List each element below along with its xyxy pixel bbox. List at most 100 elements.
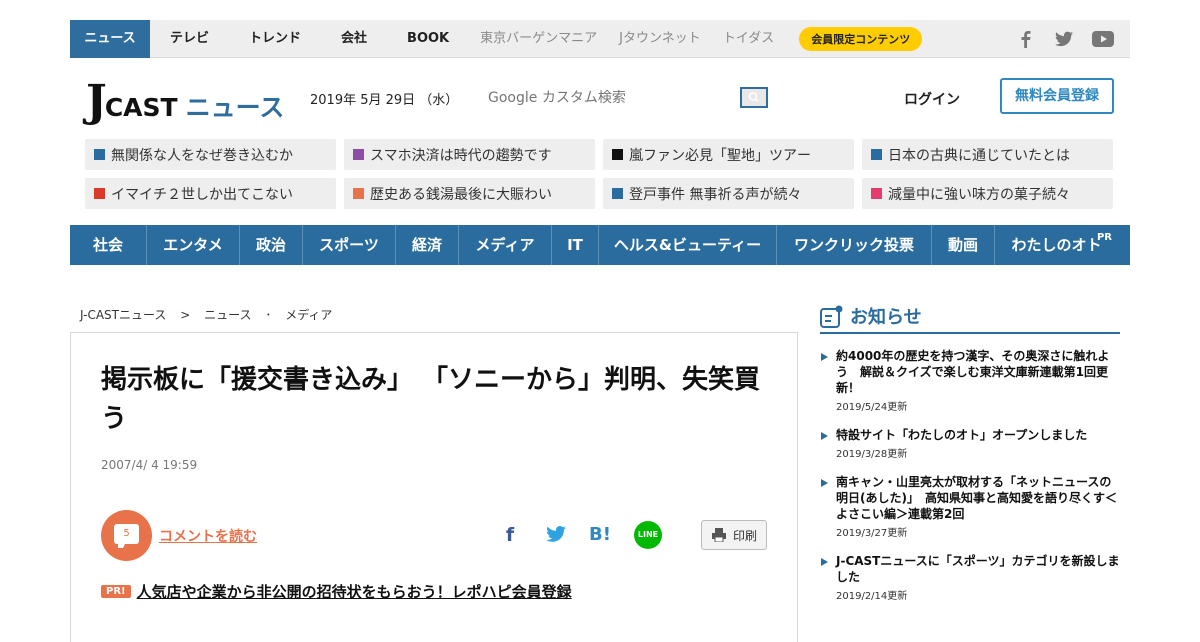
- topnav-book[interactable]: BOOK: [387, 20, 469, 58]
- breadcrumb-separator: ･: [265, 308, 272, 322]
- topnav-bargain[interactable]: 東京バーゲンマニア: [469, 20, 608, 58]
- category-it[interactable]: IT: [552, 225, 599, 265]
- notice-item[interactable]: 南キャン・山里亮太が取材する「ネットニュースの明日(あした)」 高知県知事と高知…: [820, 474, 1120, 539]
- topnav-company[interactable]: 会社: [321, 20, 387, 58]
- breadcrumb-news[interactable]: ニュース: [204, 308, 251, 322]
- category-watashi-no-oto[interactable]: わたしのオト PR: [995, 225, 1130, 265]
- notice-heading: お知らせ: [850, 307, 922, 328]
- category-media[interactable]: メディア: [459, 225, 552, 265]
- category-society[interactable]: 社会: [70, 225, 147, 265]
- youtube-icon[interactable]: [1092, 30, 1114, 48]
- topic-grid: 無関係な人をなぜ巻き込むか スマホ決済は時代の趨勢です 嵐ファン必見「聖地」ツアー 日…: [85, 139, 1115, 209]
- article-title: 掲示板に「援交書き込み」 「ソニーから」判明、失笑買う: [101, 365, 761, 434]
- category-politics[interactable]: 政治: [240, 225, 303, 265]
- pr-promo: PR! 人気店や企業から非公開の招待状をもらおう！レポハピ会員登録: [101, 581, 572, 602]
- notice-text: 約4000年の歴史を持つ漢字、その奥深さに触れよう 解説＆クイズで楽しむ東洋文庫…: [836, 349, 1110, 395]
- line-share-icon[interactable]: LINE: [634, 521, 662, 549]
- topic-color-marker: [353, 188, 364, 199]
- topnav-news[interactable]: ニュース: [70, 19, 150, 58]
- article-card: 掲示板に「援交書き込み」 「ソニーから」判明、失笑買う 2007/4/ 4 19…: [70, 332, 798, 642]
- notice-sidebar: お知らせ 約4000年の歴史を持つ漢字、その奥深さに触れよう 解説＆クイズで楽し…: [820, 300, 1120, 602]
- current-date: 2019年 5月 29日 （水）: [310, 93, 459, 108]
- comment-count: 5: [114, 524, 139, 544]
- facebook-share-icon[interactable]: f: [499, 524, 521, 546]
- notice-list: 約4000年の歴史を持つ漢字、その奥深さに触れよう 解説＆クイズで楽しむ東洋文庫…: [820, 348, 1120, 602]
- notice-date: 2019/3/28更新: [836, 449, 908, 460]
- comment-count-badge[interactable]: 5: [101, 510, 152, 561]
- notice-header: お知らせ: [820, 300, 1120, 334]
- breadcrumb-media[interactable]: メディア: [285, 308, 332, 322]
- top-nav: ニュース テレビ トレンド 会社 BOOK 東京バーゲンマニア Jタウンネット …: [70, 19, 1130, 58]
- topnav-trend[interactable]: トレンド: [229, 20, 321, 58]
- notice-text: J-CASTニュースに「スポーツ」カテゴリを新設しました: [836, 554, 1120, 584]
- topic-link[interactable]: イマイチ２世しか出てこない: [85, 178, 336, 209]
- search-icon: [748, 92, 759, 103]
- category-entertainment[interactable]: エンタメ: [147, 225, 240, 265]
- topic-label: 登戸事件 無事祈る声が続々: [629, 186, 802, 203]
- signup-button[interactable]: 無料会員登録: [1000, 78, 1114, 114]
- topic-link[interactable]: 減量中に強い味方の菓子続々: [862, 178, 1113, 209]
- notice-date: 2019/2/14更新: [836, 591, 908, 602]
- bullet-arrow-icon: [821, 353, 828, 361]
- breadcrumb: J-CASTニュース > ニュース ･ メディア: [80, 306, 332, 323]
- pr-label: PR: [1096, 232, 1112, 243]
- topic-color-marker: [94, 188, 105, 199]
- topic-link[interactable]: 無関係な人をなぜ巻き込むか: [85, 139, 336, 170]
- notice-item[interactable]: J-CASTニュースに「スポーツ」カテゴリを新設しました 2019/2/14更新: [820, 553, 1120, 602]
- page-wrapper: ニュース テレビ トレンド 会社 BOOK 東京バーゲンマニア Jタウンネット …: [70, 19, 1130, 265]
- notice-item[interactable]: 特設サイト「わたしのオト」オープンしました 2019/3/28更新: [820, 427, 1120, 460]
- topic-link[interactable]: 歴史ある銭湯最後に大賑わい: [344, 178, 595, 209]
- bullet-arrow-icon: [821, 479, 828, 487]
- category-health-beauty[interactable]: ヘルス&ビューティー: [599, 225, 777, 265]
- search-input[interactable]: [478, 86, 740, 110]
- topic-link[interactable]: 登戸事件 無事祈る声が続々: [603, 178, 854, 209]
- topic-link[interactable]: 嵐ファン必見「聖地」ツアー: [603, 139, 854, 170]
- topnav-tv[interactable]: テレビ: [150, 20, 229, 58]
- notice-text: 特設サイト「わたしのオト」オープンしました: [836, 428, 1088, 442]
- login-link[interactable]: ログイン: [904, 89, 960, 109]
- notice-icon: [820, 305, 843, 328]
- premium-content-button[interactable]: 会員限定コンテンツ: [799, 26, 923, 51]
- topic-color-marker: [612, 188, 623, 199]
- topic-color-marker: [871, 149, 882, 160]
- topic-label: 無関係な人をなぜ巻き込むか: [111, 147, 293, 164]
- twitter-icon[interactable]: [1054, 30, 1074, 48]
- topic-link[interactable]: スマホ決済は時代の趨勢です: [344, 139, 595, 170]
- search-box: [478, 86, 768, 110]
- print-button[interactable]: 印刷: [701, 520, 767, 550]
- topic-label: イマイチ２世しか出てこない: [111, 186, 293, 203]
- topnav-toidas[interactable]: トイダス: [712, 20, 785, 58]
- category-sports[interactable]: スポーツ: [303, 225, 396, 265]
- category-nav: 社会 エンタメ 政治 スポーツ 経済 メディア IT ヘルス&ビューティー ワン…: [70, 225, 1130, 265]
- facebook-icon[interactable]: [1016, 30, 1036, 48]
- pr-link[interactable]: 人気店や企業から非公開の招待状をもらおう！レポハピ会員登録: [137, 581, 572, 602]
- pr-badge: PR!: [101, 585, 131, 598]
- topic-color-marker: [612, 149, 623, 160]
- category-video[interactable]: 動画: [932, 225, 995, 265]
- notice-date: 2019/5/24更新: [836, 402, 908, 413]
- jcast-logo[interactable]: J CAST ニュース: [86, 80, 284, 124]
- read-comments-link[interactable]: コメントを読む: [159, 526, 257, 546]
- topic-color-marker: [94, 149, 105, 160]
- topic-color-marker: [353, 149, 364, 160]
- social-links: [1016, 30, 1130, 48]
- topnav-jtown[interactable]: Jタウンネット: [608, 20, 712, 58]
- comment-bubble-icon: [118, 542, 126, 548]
- breadcrumb-home[interactable]: J-CASTニュース: [80, 308, 166, 322]
- topic-link[interactable]: 日本の古典に通じていたとは: [862, 139, 1113, 170]
- topic-label: 減量中に強い味方の菓子続々: [888, 186, 1070, 203]
- bullet-arrow-icon: [821, 432, 828, 440]
- category-one-click-vote[interactable]: ワンクリック投票: [777, 225, 932, 265]
- topic-label: スマホ決済は時代の趨勢です: [370, 147, 552, 164]
- search-button[interactable]: [740, 87, 768, 108]
- site-header: J CAST ニュース 2019年 5月 29日 （水） ログイン 無料会員登録: [70, 58, 1130, 138]
- twitter-share-icon[interactable]: [545, 524, 567, 546]
- category-economy[interactable]: 経済: [396, 225, 459, 265]
- topic-label: 日本の古典に通じていたとは: [888, 147, 1070, 164]
- bullet-arrow-icon: [821, 558, 828, 566]
- printer-icon: [711, 528, 726, 542]
- hatena-bookmark-icon[interactable]: B!: [589, 524, 611, 546]
- breadcrumb-separator: >: [180, 308, 191, 322]
- notice-text: 南キャン・山里亮太が取材する「ネットニュースの明日(あした)」 高知県知事と高知…: [836, 475, 1117, 521]
- notice-item[interactable]: 約4000年の歴史を持つ漢字、その奥深さに触れよう 解説＆クイズで楽しむ東洋文庫…: [820, 348, 1120, 413]
